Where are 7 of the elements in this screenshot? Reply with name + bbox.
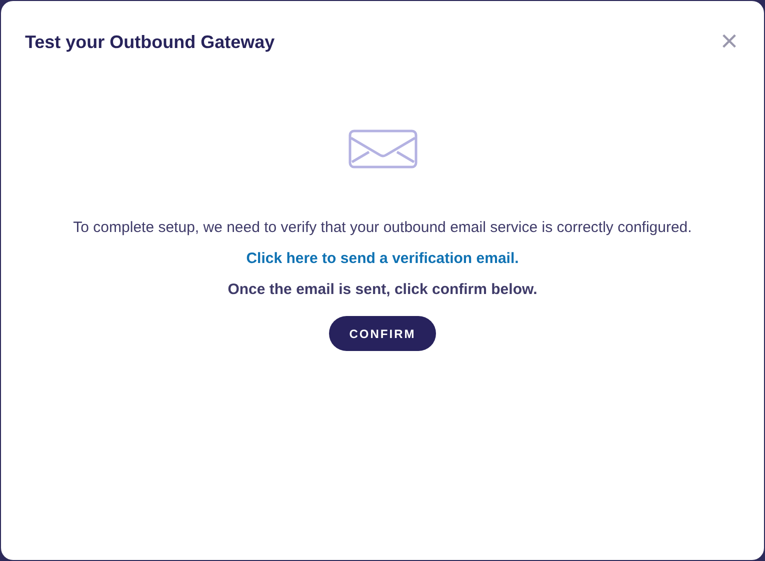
confirm-button[interactable]: CONFIRM [329,316,436,351]
envelope-icon [348,129,418,169]
instruction-text: Once the email is sent, click confirm below. [228,281,538,298]
close-button[interactable]: × [720,27,738,57]
message-text: To complete setup, we need to verify that your outbound email service is correctly configured. [73,219,692,236]
verification-link[interactable]: Click here to send a verification email. [246,250,519,267]
dialog-title: Test your Outbound Gateway [25,32,275,52]
